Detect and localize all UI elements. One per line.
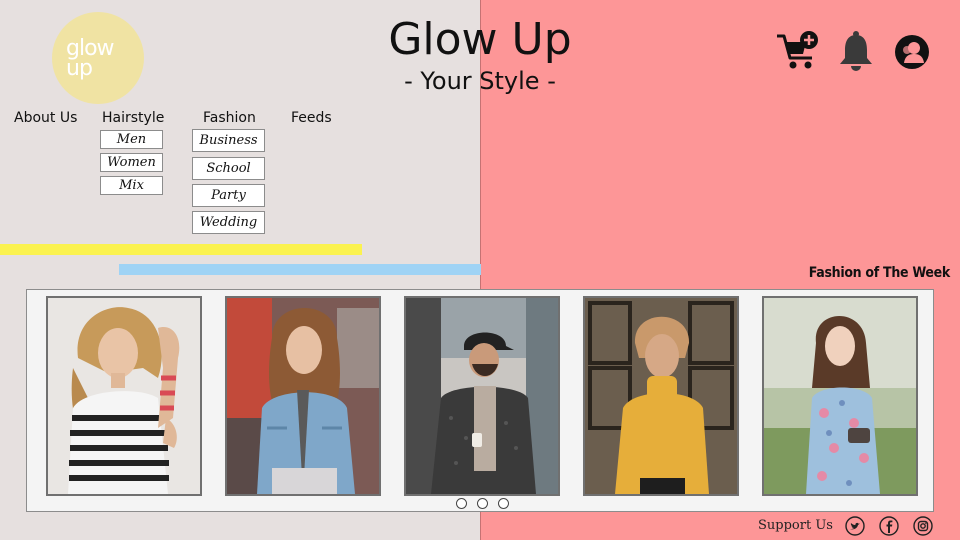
yellow-divider-bar [0, 244, 362, 255]
site-tagline: - Your Style - [404, 67, 556, 95]
instagram-icon[interactable] [913, 516, 933, 536]
fashion-item-school[interactable]: School [192, 157, 265, 180]
fashion-item-wedding[interactable]: Wedding [192, 211, 265, 234]
blue-divider-bar [119, 264, 481, 275]
support-us-label: Support Us [758, 518, 833, 533]
site-title: Glow Up [388, 14, 572, 65]
hairstyle-item-mix[interactable]: Mix [100, 176, 163, 195]
cart-plus-icon[interactable] [776, 30, 820, 72]
fashion-gallery [26, 289, 934, 512]
gallery-photo-5[interactable] [762, 296, 918, 496]
fashion-item-party[interactable]: Party [192, 184, 265, 207]
gallery-photo-1[interactable] [46, 296, 202, 496]
carousel-dot-1[interactable] [456, 498, 467, 509]
carousel-dot-2[interactable] [477, 498, 488, 509]
carousel-dot-3[interactable] [498, 498, 509, 509]
gallery-photo-2[interactable] [225, 296, 381, 496]
section-title: Fashion of The Week [808, 265, 951, 281]
user-circle-icon[interactable] [893, 30, 931, 72]
nav-feeds[interactable]: Feeds [291, 110, 332, 126]
nav-about-us[interactable]: About Us [14, 110, 77, 126]
logo[interactable]: glow up [52, 12, 144, 104]
bell-icon[interactable] [838, 30, 874, 72]
twitter-icon[interactable] [845, 516, 865, 536]
fashion-item-business[interactable]: Business [192, 129, 265, 152]
gallery-photo-4[interactable] [583, 296, 739, 496]
facebook-icon[interactable] [879, 516, 899, 536]
gallery-photo-3[interactable] [404, 296, 560, 496]
nav-fashion[interactable]: Fashion [203, 110, 256, 126]
nav-hairstyle[interactable]: Hairstyle [102, 110, 164, 126]
hairstyle-item-men[interactable]: Men [100, 130, 163, 149]
hairstyle-item-women[interactable]: Women [100, 153, 163, 172]
logo-text-line2: up [66, 56, 93, 81]
